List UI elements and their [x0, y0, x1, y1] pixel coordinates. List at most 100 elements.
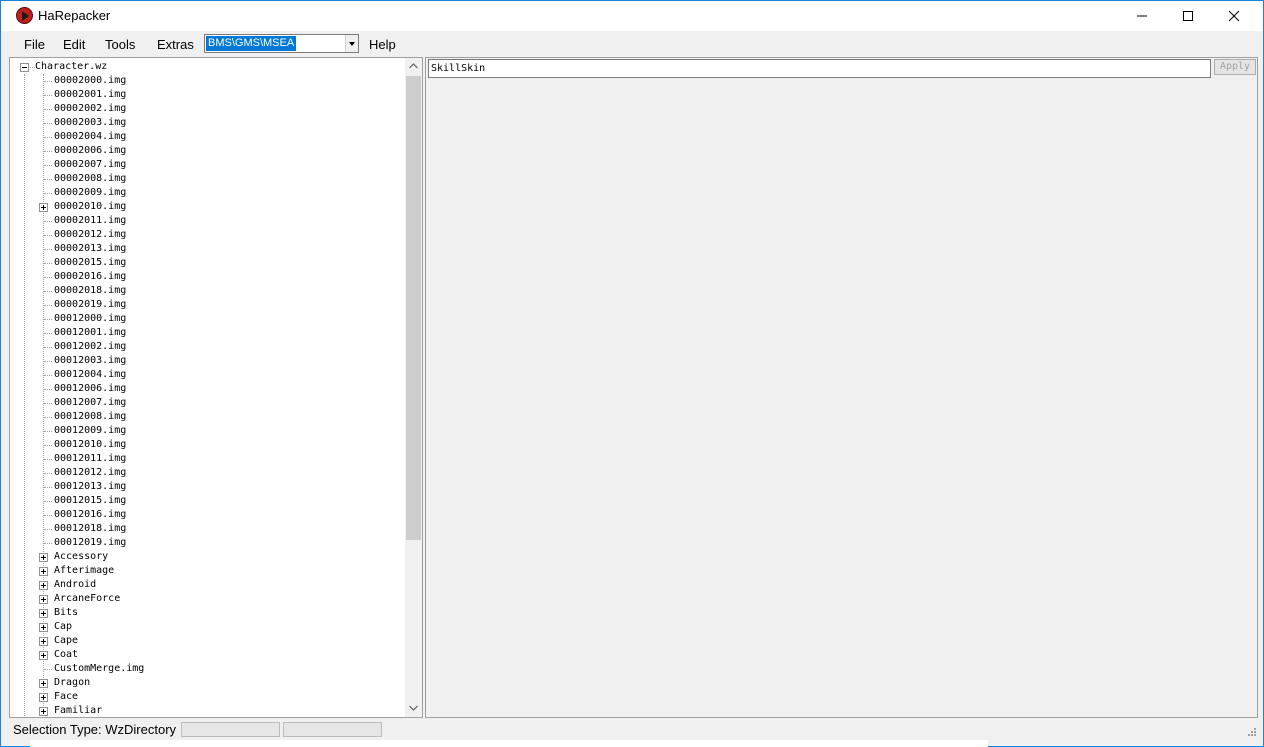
tree-vertical-scrollbar[interactable]: [405, 58, 422, 717]
menu-extras[interactable]: Extras: [157, 37, 194, 52]
maximize-icon: [1183, 11, 1193, 21]
tree-node[interactable]: 00012002.img: [10, 340, 406, 354]
tree-node-label: Familiar: [54, 705, 103, 716]
tree-node[interactable]: 00012012.img: [10, 466, 406, 480]
status-progress-box: [283, 722, 382, 737]
tree-node[interactable]: 00002002.img: [10, 102, 406, 116]
tree-node[interactable]: 00002008.img: [10, 172, 406, 186]
tree-node-label: 00012000.img: [54, 313, 127, 324]
tree-node[interactable]: 00002006.img: [10, 144, 406, 158]
minimize-button[interactable]: [1119, 1, 1165, 31]
tree-node[interactable]: Cape: [10, 634, 406, 648]
tree-node[interactable]: 00002018.img: [10, 284, 406, 298]
tree-node[interactable]: Bits: [10, 606, 406, 620]
tree-node[interactable]: 00012010.img: [10, 438, 406, 452]
expand-icon[interactable]: [39, 203, 48, 212]
tree-node[interactable]: 00012018.img: [10, 522, 406, 536]
tree-node[interactable]: 00012007.img: [10, 396, 406, 410]
menu-edit[interactable]: Edit: [63, 37, 85, 52]
tree-node[interactable]: 00002009.img: [10, 186, 406, 200]
tree-node[interactable]: 00002013.img: [10, 242, 406, 256]
tree-node[interactable]: Familiar: [10, 704, 406, 717]
expand-icon[interactable]: [39, 707, 48, 716]
status-bar: Selection Type: WzDirectory: [1, 719, 1263, 741]
tree-node-label: 00012019.img: [54, 537, 127, 548]
tree-node[interactable]: ArcaneForce: [10, 592, 406, 606]
expand-icon[interactable]: [39, 581, 48, 590]
tree-node[interactable]: Android: [10, 578, 406, 592]
menu-tools[interactable]: Tools: [105, 37, 135, 52]
tree-node-label: 00002019.img: [54, 299, 127, 310]
expand-icon[interactable]: [39, 679, 48, 688]
menu-file[interactable]: File: [24, 37, 45, 52]
scroll-thumb[interactable]: [406, 76, 421, 540]
expand-icon[interactable]: [39, 623, 48, 632]
expand-icon[interactable]: [39, 637, 48, 646]
tree-node-label: 00012007.img: [54, 397, 127, 408]
expand-icon[interactable]: [39, 609, 48, 618]
tree-node-label: 00002018.img: [54, 285, 127, 296]
menu-help[interactable]: Help: [369, 37, 396, 52]
tree-node-label: Cap: [54, 621, 73, 632]
tree-node[interactable]: 00002010.img: [10, 200, 406, 214]
tree-node-label: 00012006.img: [54, 383, 127, 394]
title-bar[interactable]: HaRepacker: [1, 1, 1263, 31]
tree-node[interactable]: 00012000.img: [10, 312, 406, 326]
tree-node-label: 00002008.img: [54, 173, 127, 184]
node-name-input[interactable]: [428, 59, 1211, 78]
menu-bar: File Edit Tools Extras BMS\GMS\MSEA Help: [1, 31, 1263, 56]
tree-node[interactable]: 00012016.img: [10, 508, 406, 522]
tree-node[interactable]: 00012019.img: [10, 536, 406, 550]
tree-node[interactable]: 00012015.img: [10, 494, 406, 508]
tree-node-label: 00012009.img: [54, 425, 127, 436]
tree-node[interactable]: 00002016.img: [10, 270, 406, 284]
tree-node-label: 00002004.img: [54, 131, 127, 142]
tree-node-label: Cape: [54, 635, 79, 646]
tree-node[interactable]: CustomMerge.img: [10, 662, 406, 676]
region-select-value: BMS\GMS\MSEA: [206, 36, 297, 51]
tree-node[interactable]: 00012001.img: [10, 326, 406, 340]
tree-node[interactable]: Cap: [10, 620, 406, 634]
tree-node-label: 00012004.img: [54, 369, 127, 380]
tree-node[interactable]: Face: [10, 690, 406, 704]
resize-grip-icon[interactable]: [1247, 727, 1257, 737]
file-tree: Character.wz 00002000.img 00002001.img 000…: [10, 60, 406, 717]
tree-node[interactable]: 00012011.img: [10, 452, 406, 466]
tree-node[interactable]: 00002015.img: [10, 256, 406, 270]
tree-node[interactable]: 00002004.img: [10, 130, 406, 144]
maximize-button[interactable]: [1165, 1, 1211, 31]
expand-icon[interactable]: [39, 553, 48, 562]
tree-node-label: 00012012.img: [54, 467, 127, 478]
scroll-up-button[interactable]: [405, 58, 422, 75]
tree-node[interactable]: 00012003.img: [10, 354, 406, 368]
close-button[interactable]: [1211, 1, 1257, 31]
tree-node[interactable]: Coat: [10, 648, 406, 662]
tree-node[interactable]: 00012008.img: [10, 410, 406, 424]
expand-icon[interactable]: [39, 693, 48, 702]
tree-node[interactable]: Dragon: [10, 676, 406, 690]
scroll-down-button[interactable]: [405, 700, 422, 717]
tree-node[interactable]: Accessory: [10, 550, 406, 564]
tree-node[interactable]: 00002011.img: [10, 214, 406, 228]
tree-node[interactable]: 00002019.img: [10, 298, 406, 312]
chevron-down-icon[interactable]: [345, 35, 358, 52]
tree-node[interactable]: 00002003.img: [10, 116, 406, 130]
collapse-icon[interactable]: [20, 63, 29, 72]
app-logo-icon: [16, 7, 33, 24]
expand-icon[interactable]: [39, 595, 48, 604]
tree-node[interactable]: 00002000.img: [10, 74, 406, 88]
region-select[interactable]: BMS\GMS\MSEA: [204, 34, 359, 53]
tree-node[interactable]: Afterimage: [10, 564, 406, 578]
tree-node[interactable]: 00002001.img: [10, 88, 406, 102]
tree-root-node[interactable]: Character.wz: [10, 60, 406, 74]
tree-node[interactable]: 00012006.img: [10, 382, 406, 396]
tree-node-label: Bits: [54, 607, 79, 618]
tree-node[interactable]: 00012009.img: [10, 424, 406, 438]
tree-node[interactable]: 00012004.img: [10, 368, 406, 382]
tree-node[interactable]: 00002007.img: [10, 158, 406, 172]
tree-node[interactable]: 00002012.img: [10, 228, 406, 242]
apply-button[interactable]: Apply: [1214, 59, 1256, 75]
tree-node[interactable]: 00012013.img: [10, 480, 406, 494]
expand-icon[interactable]: [39, 567, 48, 576]
expand-icon[interactable]: [39, 651, 48, 660]
